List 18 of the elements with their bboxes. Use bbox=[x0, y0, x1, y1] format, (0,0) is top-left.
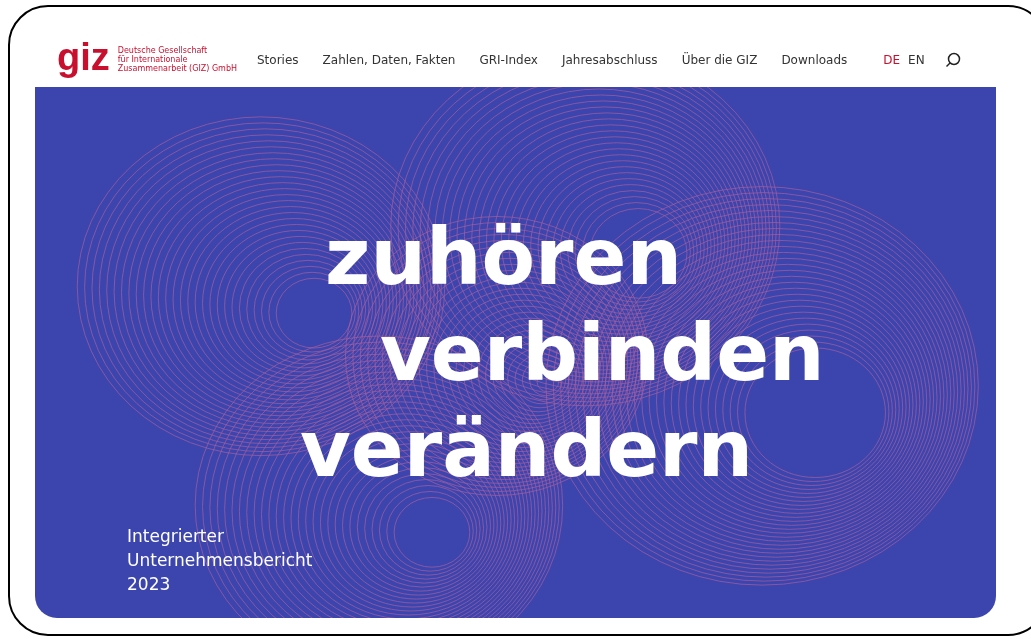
logo-text: Deutsche Gesellschaft bbox=[117, 46, 209, 55]
subtitle-text: Unternehmensbericht bbox=[127, 549, 314, 572]
logo-mark: giz bbox=[57, 37, 110, 76]
headline-text: verändern bbox=[300, 403, 755, 496]
nav-link[interactable]: Über die GIZ bbox=[681, 50, 758, 69]
subtitle-text: Integrierter bbox=[127, 525, 225, 548]
nav-link[interactable]: Stories bbox=[257, 50, 299, 69]
logo-text: Zusammenarbeit (GIZ) GmbH bbox=[117, 64, 237, 73]
headline-text: verbinden bbox=[380, 307, 826, 400]
nav-link[interactable]: Downloads bbox=[781, 50, 848, 69]
nav-link[interactable]: Zahlen, Daten, Fakten bbox=[322, 50, 456, 69]
language-link[interactable]: EN bbox=[908, 50, 925, 69]
headline-text: zuhören bbox=[325, 211, 683, 304]
nav-link[interactable]: GRI-Index bbox=[479, 50, 538, 69]
language-link[interactable]: DE bbox=[883, 50, 901, 69]
logo-text: für Internationale bbox=[117, 55, 189, 64]
nav-link[interactable]: Jahresabschluss bbox=[561, 50, 658, 69]
subtitle-text: 2023 bbox=[127, 573, 172, 596]
